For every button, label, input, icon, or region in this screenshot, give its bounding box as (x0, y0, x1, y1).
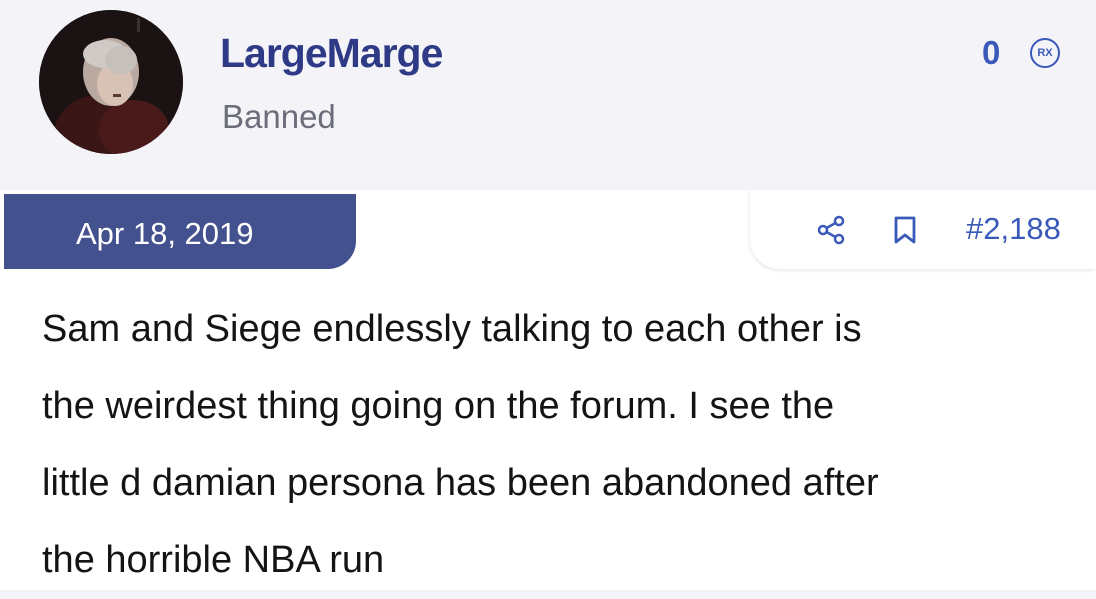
share-icon[interactable] (816, 215, 846, 245)
avatar-photo-icon (39, 10, 183, 154)
post-number-link[interactable]: #2,188 (966, 211, 1061, 247)
user-avatar[interactable] (39, 10, 183, 154)
post-author-header: LargeMarge Banned 0 RX (0, 0, 1096, 190)
post-message-text: Sam and Siege endlessly talking to each … (42, 308, 879, 581)
bookmark-icon[interactable] (892, 215, 918, 245)
rx-icon[interactable]: RX (1030, 38, 1060, 68)
user-title: Banned (222, 98, 336, 135)
post-date: Apr 18, 2019 (76, 216, 254, 251)
post-date-tab[interactable]: Apr 18, 2019 (4, 194, 356, 269)
reaction-count[interactable]: 0 (982, 34, 1000, 72)
rx-icon-label: RX (1037, 47, 1053, 59)
username-link[interactable]: LargeMarge (220, 30, 443, 77)
